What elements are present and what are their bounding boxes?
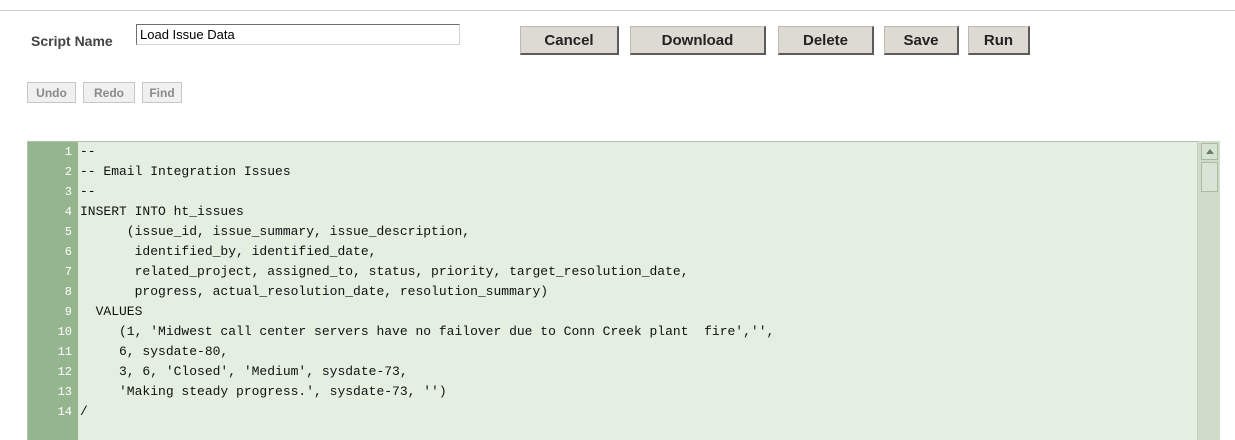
find-button[interactable]: Find: [142, 82, 182, 103]
line-number: 10: [57, 325, 72, 339]
line-number: 2: [64, 165, 72, 179]
code-line: 12 3, 6, 'Closed', 'Medium', sysdate-73,: [58, 363, 1197, 381]
code-text: --: [80, 144, 96, 159]
top-divider: [0, 10, 1235, 11]
line-number: 8: [64, 285, 72, 299]
script-name-input[interactable]: [136, 24, 460, 45]
line-number: 9: [64, 305, 72, 319]
code-line: 11 6, sysdate-80,: [58, 343, 1197, 361]
script-name-label: Script Name: [31, 33, 113, 49]
line-number: 1: [64, 145, 72, 159]
line-number: 11: [57, 345, 72, 359]
save-button[interactable]: Save: [884, 26, 959, 55]
code-text: -- Email Integration Issues: [80, 164, 291, 179]
code-editor[interactable]: 1 -- 2 -- Email Integration Issues 3 -- 4 INSER…: [27, 141, 1220, 440]
code-line: 6 identified_by, identified_date,: [65, 243, 1197, 261]
line-number: 13: [57, 385, 72, 399]
line-number: 12: [57, 365, 72, 379]
code-line: 14 /: [58, 403, 1197, 421]
scroll-thumb[interactable]: [1201, 162, 1218, 192]
code-text: INSERT INTO ht_issues: [80, 204, 244, 219]
code-text: VALUES: [80, 304, 143, 319]
code-line: 10 (1, 'Midwest call center servers have…: [58, 323, 1197, 341]
line-number: 7: [64, 265, 72, 279]
code-text: 'Making steady progress.', sysdate-73, '…: [80, 384, 447, 399]
undo-button[interactable]: Undo: [27, 82, 76, 103]
line-number: 3: [64, 185, 72, 199]
code-line: 7 related_project, assigned_to, status, …: [65, 263, 1197, 281]
line-number: 4: [64, 205, 72, 219]
code-line: 1 --: [65, 143, 1197, 161]
line-number: 14: [57, 405, 72, 419]
code-text: progress, actual_resolution_date, resolu…: [80, 284, 549, 299]
code-line: 9 VALUES: [65, 303, 1197, 321]
code-line: 5 (issue_id, issue_summary, issue_descri…: [65, 223, 1197, 241]
code-text: 6, sysdate-80,: [80, 344, 229, 359]
delete-button[interactable]: Delete: [778, 26, 874, 55]
code-text: (issue_id, issue_summary, issue_descript…: [80, 224, 471, 239]
code-text: --: [80, 184, 96, 199]
download-button[interactable]: Download: [630, 26, 766, 55]
code-line: 2 -- Email Integration Issues: [65, 163, 1197, 181]
line-number: 5: [64, 225, 72, 239]
code-text: identified_by, identified_date,: [80, 244, 377, 259]
code-line: 8 progress, actual_resolution_date, reso…: [65, 283, 1197, 301]
code-area[interactable]: 1 -- 2 -- Email Integration Issues 3 -- 4 INSER…: [58, 142, 1197, 440]
code-text: (1, 'Midwest call center servers have no…: [80, 324, 775, 339]
scroll-up-arrow-icon[interactable]: [1201, 143, 1218, 160]
code-text: /: [80, 404, 88, 419]
code-line: 13 'Making steady progress.', sysdate-73…: [58, 383, 1197, 401]
code-line: 4 INSERT INTO ht_issues: [65, 203, 1197, 221]
run-button[interactable]: Run: [968, 26, 1030, 55]
code-text: 3, 6, 'Closed', 'Medium', sysdate-73,: [80, 364, 408, 379]
vertical-scrollbar[interactable]: [1197, 141, 1220, 440]
line-number: 6: [64, 245, 72, 259]
code-text: related_project, assigned_to, status, pr…: [80, 264, 689, 279]
cancel-button[interactable]: Cancel: [520, 26, 619, 55]
redo-button[interactable]: Redo: [83, 82, 135, 103]
code-line: 3 --: [65, 183, 1197, 201]
